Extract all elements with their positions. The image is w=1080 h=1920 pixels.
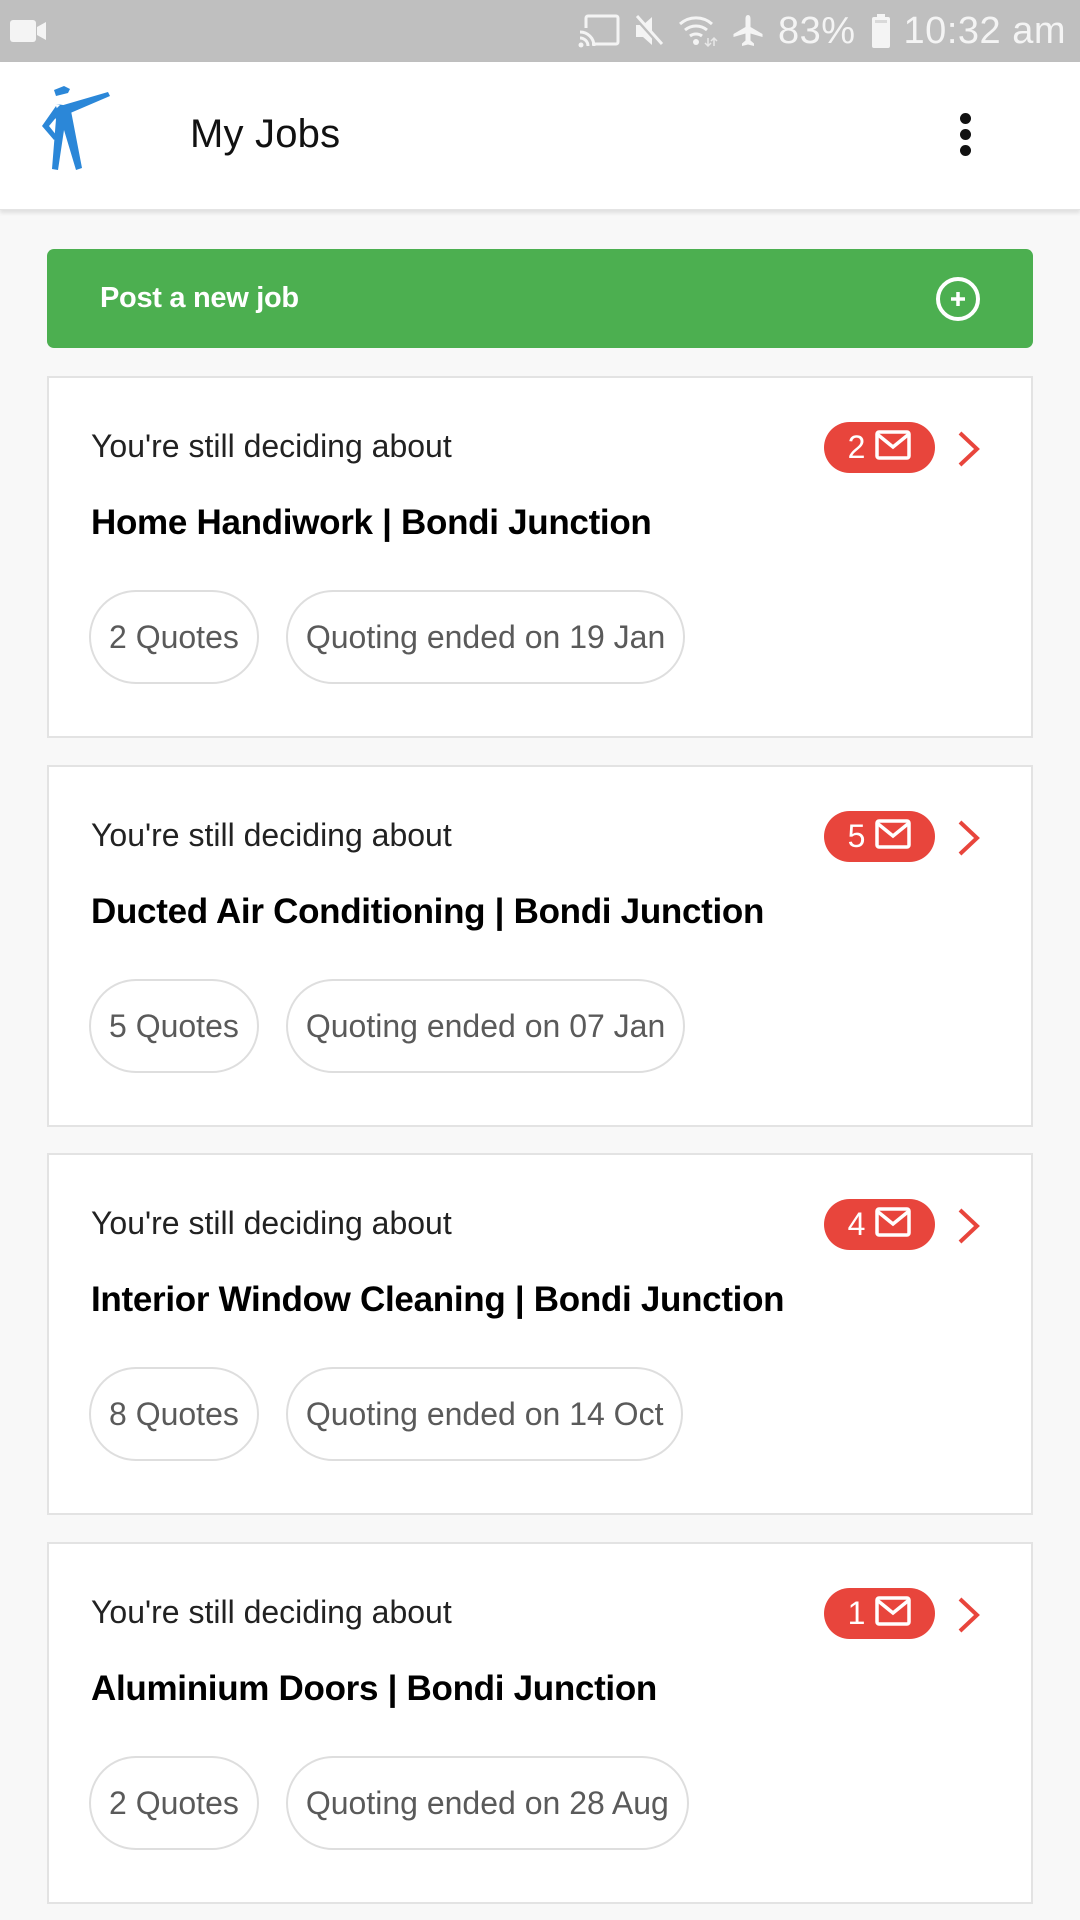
job-status-text: You're still deciding about bbox=[91, 1594, 452, 1630]
quotes-chip: 2 Quotes bbox=[89, 1756, 259, 1850]
page-title: My Jobs bbox=[190, 112, 341, 156]
quoting-status-chip: Quoting ended on 14 Oct bbox=[285, 1367, 684, 1461]
job-card[interactable]: You're still deciding about Interior Win… bbox=[47, 1153, 1033, 1515]
chevron-right-icon[interactable] bbox=[955, 1207, 983, 1245]
mute-icon bbox=[634, 14, 664, 48]
unread-count: 1 bbox=[847, 1595, 866, 1631]
airplane-mode-icon bbox=[732, 14, 764, 48]
more-vertical-icon-dot bbox=[959, 112, 971, 124]
quoting-status-chip: Quoting ended on 19 Jan bbox=[285, 590, 686, 684]
add-circle-icon bbox=[934, 275, 982, 323]
job-status-text: You're still deciding about bbox=[91, 817, 452, 853]
post-new-job-button[interactable]: Post a new job bbox=[47, 249, 1033, 348]
job-title: Ducted Air Conditioning | Bondi Junction bbox=[91, 892, 765, 931]
status-bar-right: 83% 10:32 am bbox=[577, 9, 1066, 53]
more-vertical-icon-dot bbox=[959, 128, 971, 140]
more-options-button[interactable] bbox=[950, 104, 980, 164]
job-title: Home Handiwork | Bondi Junction bbox=[91, 503, 652, 542]
more-vertical-icon-dot bbox=[959, 144, 971, 156]
job-status-text: You're still deciding about bbox=[91, 428, 452, 464]
battery-icon bbox=[871, 14, 890, 48]
envelope-icon bbox=[875, 430, 912, 465]
job-title: Interior Window Cleaning | Bondi Junctio… bbox=[91, 1280, 785, 1319]
video-camera-icon bbox=[10, 18, 48, 44]
post-new-job-label: Post a new job bbox=[100, 282, 299, 314]
quoting-status-chip: Quoting ended on 28 Aug bbox=[285, 1756, 689, 1850]
job-title: Aluminium Doors | Bondi Junction bbox=[91, 1669, 658, 1708]
unread-messages-badge[interactable]: 1 bbox=[824, 1588, 935, 1639]
quoting-status-chip: Quoting ended on 07 Jan bbox=[285, 979, 686, 1073]
unread-count: 2 bbox=[847, 429, 866, 465]
envelope-icon bbox=[875, 1596, 912, 1631]
unread-messages-badge[interactable]: 4 bbox=[824, 1199, 935, 1250]
worker-pointing-logo bbox=[34, 84, 114, 184]
envelope-icon bbox=[875, 819, 912, 854]
unread-count: 4 bbox=[847, 1206, 866, 1242]
envelope-icon bbox=[875, 1207, 912, 1242]
job-card[interactable]: You're still deciding about Ducted Air C… bbox=[47, 765, 1033, 1127]
clock: 10:32 am bbox=[903, 9, 1066, 52]
wifi-icon bbox=[678, 14, 718, 48]
job-card[interactable]: You're still deciding about Home Handiwo… bbox=[47, 376, 1033, 738]
cast-icon bbox=[577, 14, 620, 48]
chevron-right-icon[interactable] bbox=[955, 430, 983, 468]
unread-messages-badge[interactable]: 2 bbox=[824, 422, 935, 473]
job-chips: 2 Quotes Quoting ended on 28 Aug bbox=[89, 1756, 689, 1850]
quotes-chip: 8 Quotes bbox=[89, 1367, 259, 1461]
job-status-text: You're still deciding about bbox=[91, 1205, 452, 1241]
job-card[interactable]: You're still deciding about Aluminium Do… bbox=[47, 1542, 1033, 1904]
unread-count: 5 bbox=[847, 818, 866, 854]
unread-messages-badge[interactable]: 5 bbox=[824, 811, 935, 862]
chevron-right-icon[interactable] bbox=[955, 1596, 983, 1634]
status-bar-left bbox=[10, 18, 578, 44]
status-bar: 83% 10:32 am bbox=[0, 0, 1080, 62]
job-chips: 8 Quotes Quoting ended on 14 Oct bbox=[89, 1367, 684, 1461]
quotes-chip: 5 Quotes bbox=[89, 979, 259, 1073]
quotes-chip: 2 Quotes bbox=[89, 590, 259, 684]
battery-percent: 83% bbox=[777, 9, 856, 52]
app-bar: My Jobs bbox=[0, 62, 1080, 210]
job-chips: 5 Quotes Quoting ended on 07 Jan bbox=[89, 979, 686, 1073]
job-chips: 2 Quotes Quoting ended on 19 Jan bbox=[89, 590, 686, 684]
chevron-right-icon[interactable] bbox=[955, 819, 983, 857]
